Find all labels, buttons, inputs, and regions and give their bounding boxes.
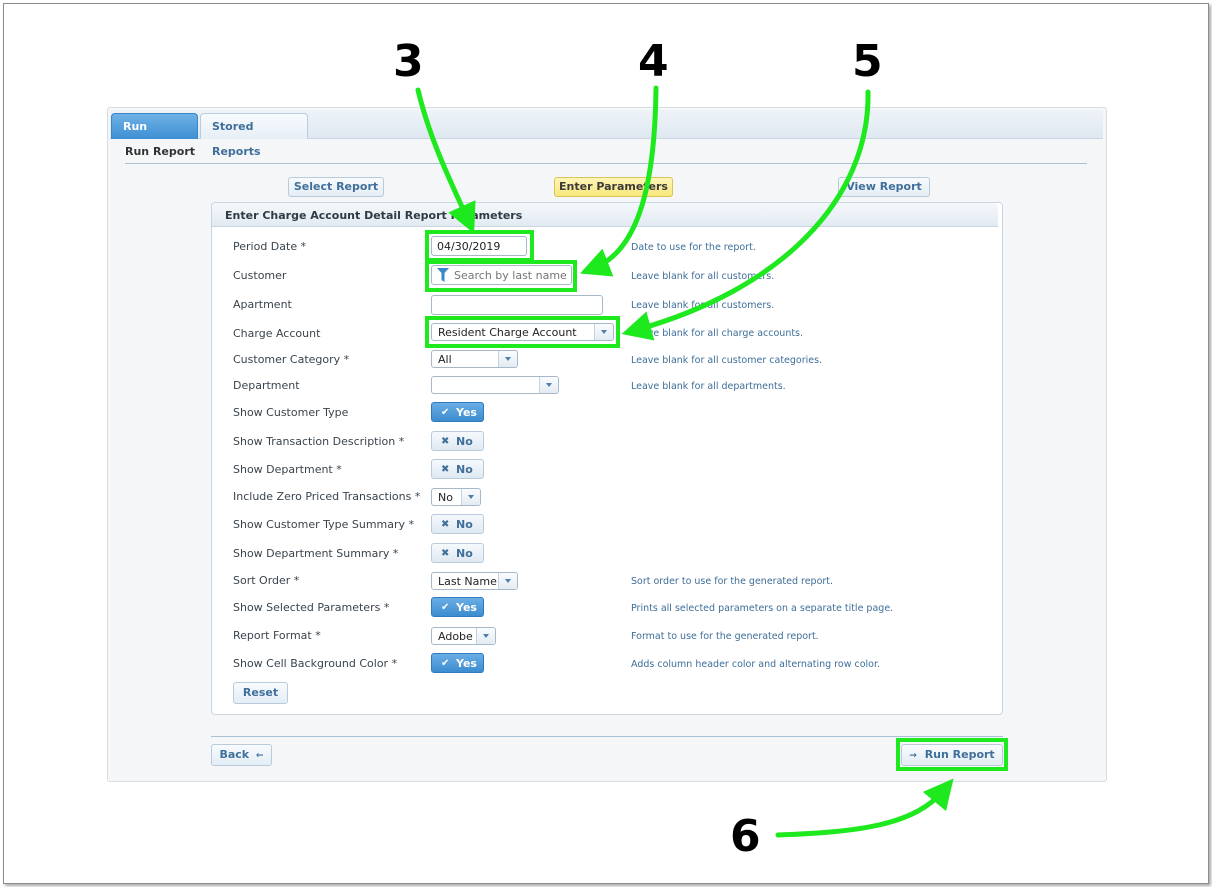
charge-account-help: Leave blank for all charge accounts. bbox=[631, 328, 804, 339]
show-selected-parameters-toggle[interactable]: ✔ Yes bbox=[431, 597, 484, 617]
show-customer-type-summary-label: Show Customer Type Summary * bbox=[233, 518, 415, 531]
arrow-left-icon: ← bbox=[255, 751, 264, 761]
report-format-help: Format to use for the generated report. bbox=[631, 631, 819, 642]
reset-button[interactable]: Reset bbox=[233, 682, 288, 704]
period-date-help: Date to use for the report. bbox=[631, 242, 756, 253]
step-select-report-button[interactable]: Select Report bbox=[288, 177, 384, 197]
callout-3: 3 bbox=[393, 36, 424, 87]
chevron-down-icon bbox=[498, 573, 517, 589]
check-icon: ✔ bbox=[441, 407, 450, 418]
parameters-panel bbox=[211, 202, 1003, 715]
show-transaction-description-label: Show Transaction Description * bbox=[233, 435, 405, 448]
toggle-text: Yes bbox=[456, 657, 477, 670]
show-cell-background-toggle[interactable]: ✔ Yes bbox=[431, 653, 484, 673]
title-divider bbox=[125, 163, 1087, 164]
close-icon: ✖ bbox=[441, 519, 450, 530]
apartment-help: Leave blank for all customers. bbox=[631, 300, 775, 311]
department-select[interactable] bbox=[431, 376, 559, 394]
chevron-down-icon bbox=[476, 628, 495, 644]
show-department-toggle[interactable]: ✖ No bbox=[431, 459, 484, 479]
period-date-label: Period Date * bbox=[233, 240, 307, 253]
show-customer-type-summary-toggle[interactable]: ✖ No bbox=[431, 514, 484, 534]
check-icon: ✔ bbox=[441, 602, 450, 613]
show-customer-type-label: Show Customer Type bbox=[233, 406, 349, 419]
show-transaction-description-toggle[interactable]: ✖ No bbox=[431, 431, 484, 451]
chevron-down-icon bbox=[498, 351, 517, 367]
customer-category-help: Leave blank for all customer categories. bbox=[631, 355, 823, 366]
department-help: Leave blank for all departments. bbox=[631, 381, 786, 392]
toggle-text: No bbox=[456, 463, 473, 476]
toggle-text: No bbox=[456, 547, 473, 560]
report-format-label: Report Format * bbox=[233, 629, 321, 642]
customer-category-label: Customer Category * bbox=[233, 353, 350, 366]
show-selected-parameters-label: Show Selected Parameters * bbox=[233, 601, 390, 614]
step-enter-parameters-button[interactable]: Enter Parameters bbox=[554, 177, 673, 197]
show-department-label: Show Department * bbox=[233, 463, 342, 476]
sort-order-label: Sort Order * bbox=[233, 574, 300, 587]
show-cell-background-help: Adds column header color and alternating… bbox=[631, 659, 881, 670]
show-customer-type-toggle[interactable]: ✔ Yes bbox=[431, 402, 484, 422]
highlight-charge-account bbox=[425, 316, 620, 348]
page-title: Run Report bbox=[125, 145, 196, 158]
highlight-customer bbox=[425, 260, 577, 292]
show-department-summary-label: Show Department Summary * bbox=[233, 547, 399, 560]
sort-order-select[interactable]: Last Name bbox=[431, 572, 518, 590]
toggle-text: No bbox=[456, 435, 473, 448]
close-icon: ✖ bbox=[441, 464, 450, 475]
include-zero-priced-label: Include Zero Priced Transactions * bbox=[233, 490, 421, 503]
show-department-summary-toggle[interactable]: ✖ No bbox=[431, 543, 484, 563]
step-view-report-button[interactable]: View Report bbox=[838, 177, 930, 197]
tab-stored-reports[interactable]: Stored Reports bbox=[200, 113, 308, 158]
callout-4: 4 bbox=[638, 36, 669, 87]
chevron-down-icon bbox=[539, 377, 558, 393]
callout-5: 5 bbox=[852, 36, 883, 87]
highlight-run-report bbox=[896, 738, 1008, 771]
back-button[interactable]: Back ← bbox=[211, 744, 272, 766]
toggle-text: Yes bbox=[456, 406, 477, 419]
check-icon: ✔ bbox=[441, 658, 450, 669]
tab-run-report[interactable]: Run Report bbox=[111, 113, 198, 158]
show-selected-parameters-help: Prints all selected parameters on a sepa… bbox=[631, 603, 894, 614]
charge-account-label: Charge Account bbox=[233, 327, 321, 340]
show-cell-background-label: Show Cell Background Color * bbox=[233, 657, 398, 670]
department-label: Department bbox=[233, 379, 300, 392]
footer-divider bbox=[211, 736, 1003, 737]
parameters-title: Enter Charge Account Detail Report Param… bbox=[225, 209, 523, 222]
report-format-value: Adobe bbox=[438, 630, 473, 643]
close-icon: ✖ bbox=[441, 548, 450, 559]
customer-category-select[interactable]: All bbox=[431, 350, 518, 368]
customer-label: Customer bbox=[233, 269, 287, 282]
highlight-period-date bbox=[425, 230, 534, 262]
back-button-label: Back bbox=[219, 748, 250, 761]
customer-category-value: All bbox=[438, 353, 452, 366]
sort-order-value: Last Name bbox=[438, 575, 497, 588]
include-zero-priced-select[interactable]: No bbox=[431, 488, 481, 506]
apartment-input[interactable] bbox=[431, 295, 603, 315]
report-format-select[interactable]: Adobe bbox=[431, 627, 496, 645]
sort-order-help: Sort order to use for the generated repo… bbox=[631, 576, 834, 587]
callout-6: 6 bbox=[730, 811, 761, 862]
close-icon: ✖ bbox=[441, 436, 450, 447]
include-zero-priced-value: No bbox=[438, 491, 453, 504]
chevron-down-icon bbox=[461, 489, 480, 505]
apartment-label: Apartment bbox=[233, 298, 292, 311]
toggle-text: No bbox=[456, 518, 473, 531]
customer-help: Leave blank for all customers. bbox=[631, 271, 775, 282]
toggle-text: Yes bbox=[456, 601, 477, 614]
